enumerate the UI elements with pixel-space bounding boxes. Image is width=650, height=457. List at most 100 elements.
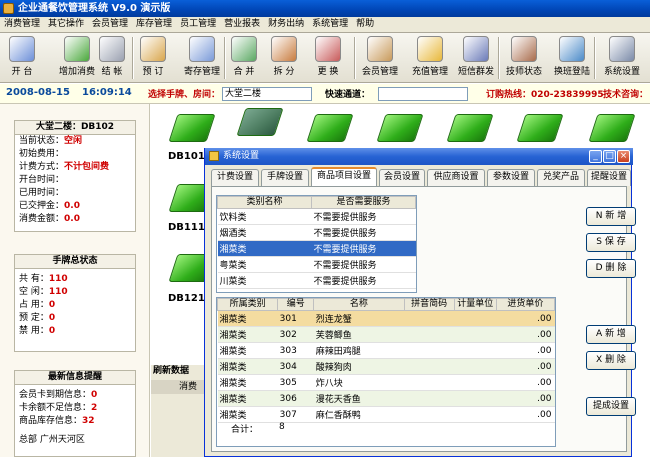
item-cell-unit [454, 342, 497, 359]
table-seat-icon[interactable] [236, 108, 284, 138]
table-top-shape [376, 114, 424, 142]
item-row[interactable]: 湘菜类 302 芙蓉鲫鱼 .00 [217, 326, 555, 343]
category-col-header[interactable]: 是否需要服务 [311, 196, 416, 209]
toolbar-button[interactable]: 结 帐 [96, 35, 128, 80]
toolbar-button-label: 会员管理 [361, 67, 398, 77]
menu-item[interactable]: 营业报表 [220, 17, 264, 32]
quick-channel-input[interactable] [378, 87, 468, 101]
menu-item[interactable]: 会员管理 [88, 17, 132, 32]
item-col-header[interactable]: 计量单位 [453, 298, 497, 311]
info-label: 预 定： [19, 313, 49, 323]
item-col-header[interactable]: 名称 [313, 298, 405, 311]
menu-item[interactable]: 消费管理 [0, 17, 44, 32]
item-cell-name: 芙蓉鲫鱼 [313, 326, 405, 343]
toolbar-button[interactable]: 开 台 [4, 35, 40, 80]
minimize-icon[interactable]: _ [589, 150, 602, 163]
quick-channel-label: 快速通道： [325, 90, 371, 100]
toolbar-button[interactable]: 拆 分 [268, 35, 300, 80]
refresh-tab[interactable]: 刷新数据 [153, 365, 203, 378]
menu-item[interactable]: 财务出纳 [264, 17, 308, 32]
toolbar-button-label: 开 台 [11, 67, 33, 77]
table-seat-icon[interactable] [588, 114, 636, 144]
category-row[interactable]: 湘菜类 不需要提供服务 [217, 240, 416, 257]
new-category-button[interactable]: N 新 增 [586, 207, 636, 226]
save-category-button[interactable]: S 保 存 [586, 233, 636, 252]
category-row[interactable]: 饮料类 不需要提供服务 [217, 208, 416, 225]
toolbar-button-label: 充值管理 [411, 67, 448, 77]
settings-tab[interactable]: 兑奖产品 [537, 169, 585, 186]
toolbar-button[interactable]: 系统设置 [600, 35, 644, 80]
item-cell-name: 漫花天香鱼 [313, 390, 405, 407]
category-row[interactable]: 川菜类 不需要提供服务 [217, 272, 416, 289]
toolbar-button[interactable]: 换班登陆 [550, 35, 594, 80]
delete-item-button[interactable]: X 删 除 [586, 351, 636, 370]
toolbar-button[interactable]: 预 订 [136, 35, 170, 80]
info-row: 占 用：0 [15, 299, 135, 312]
category-row[interactable]: 粤菜类 不需要提供服务 [217, 256, 416, 273]
table-seat-icon[interactable] [446, 114, 494, 144]
toolbar-button[interactable]: 增加消费 [54, 35, 100, 80]
table-seat-icon[interactable] [306, 114, 354, 144]
toolbar-button[interactable]: 技师状态 [502, 35, 546, 80]
close-icon[interactable]: × [617, 150, 630, 163]
toolbar-button[interactable]: 短信群发 [454, 35, 498, 80]
category-name: 川菜类 [217, 272, 312, 289]
info-label: 禁 用： [19, 326, 49, 336]
settings-tab[interactable]: 提醒设置 [587, 169, 631, 186]
commission-settings-button[interactable]: 提成设置 [586, 397, 636, 416]
settings-tab[interactable]: 手牌设置 [261, 169, 309, 186]
info-value: 不计包间费 [64, 162, 110, 172]
item-row[interactable]: 湘菜类 301 烈连龙蟹 .00 [217, 310, 555, 327]
item-col-header[interactable]: 拼音简码 [403, 298, 455, 311]
settings-tab[interactable]: 商品项目设置 [311, 167, 377, 186]
select-room-label: 选择手牌、房间： [148, 90, 221, 100]
info-value: 0.0 [64, 214, 80, 224]
toolbar-button[interactable]: 充值管理 [408, 35, 452, 80]
menu-item[interactable]: 系统管理 [308, 17, 352, 32]
settings-tab[interactable]: 会员设置 [379, 169, 425, 186]
item-row[interactable]: 湘菜类 307 麻仁香酥鸭 .00 [217, 406, 555, 423]
table-seat-icon[interactable] [516, 114, 564, 144]
toolbar-button[interactable]: 更 换 [312, 35, 344, 80]
settings-tab[interactable]: 参数设置 [487, 169, 535, 186]
total-label: 合计： [231, 425, 259, 435]
item-col-header[interactable]: 所属类别 [217, 298, 279, 311]
settings-tab[interactable]: 供应商设置 [427, 169, 485, 186]
table-seat-icon[interactable] [168, 114, 216, 144]
table-seat-icon[interactable] [376, 114, 424, 144]
shift-login-icon [559, 36, 585, 62]
item-row[interactable]: 湘菜类 303 麻辣田鸡腿 .00 [217, 342, 555, 359]
settings-tab[interactable]: 计费设置 [211, 169, 259, 186]
category-service: 不需要提供服务 [311, 208, 416, 225]
table-top-shape [168, 114, 216, 142]
item-col-header[interactable]: 进货单价 [495, 298, 555, 311]
item-row[interactable]: 湘菜类 304 酸辣狗肉 .00 [217, 358, 555, 375]
menu-item[interactable]: 帮助 [352, 17, 378, 32]
add-item-button[interactable]: A 新 增 [586, 325, 636, 344]
menu-item[interactable]: 库存管理 [132, 17, 176, 32]
info-row: 消费金额：0.0 [15, 213, 135, 226]
item-row[interactable]: 湘菜类 306 漫花天香鱼 .00 [217, 390, 555, 407]
item-cell-price: .00 [496, 358, 555, 375]
toolbar-button-label: 技师状态 [505, 67, 542, 77]
item-col-header[interactable]: 编号 [277, 298, 315, 311]
menu-item[interactable]: 员工管理 [176, 17, 220, 32]
category-service: 不需要提供服务 [311, 224, 416, 241]
info-row: 开台时间： [15, 174, 135, 187]
settings-icon [609, 36, 635, 62]
toolbar-button[interactable]: 寄存管理 [180, 35, 224, 80]
category-row[interactable]: 烟酒类 不需要提供服务 [217, 224, 416, 241]
category-col-header[interactable]: 类别名称 [217, 196, 312, 209]
item-cell-py [404, 390, 455, 407]
item-row[interactable]: 湘菜类 305 炸八块 .00 [217, 374, 555, 391]
select-room-input[interactable]: 大堂二楼 [222, 87, 312, 101]
technician-icon [511, 36, 537, 62]
toolbar-button[interactable]: 合 并 [228, 35, 260, 80]
category-name: 湘菜类 [217, 240, 312, 257]
maximize-icon[interactable]: □ [603, 150, 616, 163]
toolbar-button[interactable]: 会员管理 [358, 35, 402, 80]
info-label: 已交押金： [19, 201, 65, 211]
delete-category-button[interactable]: D 删 除 [586, 259, 636, 278]
split-icon [271, 36, 297, 62]
menu-item[interactable]: 其它操作 [44, 17, 88, 32]
